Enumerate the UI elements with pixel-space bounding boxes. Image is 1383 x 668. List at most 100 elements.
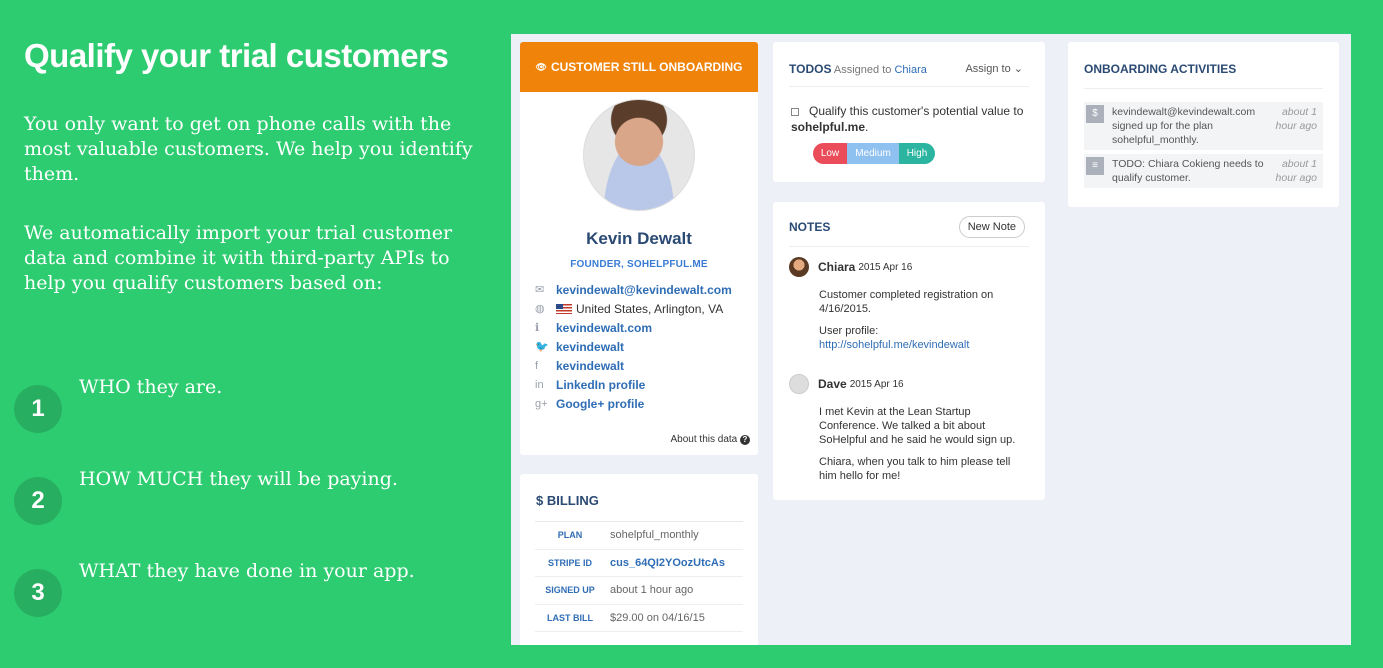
globe-icon: ◍ <box>535 303 545 315</box>
customer-avatar <box>583 99 695 211</box>
note-paragraph: I met Kevin at the Lean Startup Conferen… <box>819 406 1016 446</box>
activity-item: ≡ TODO: Chiara Cokieng needs to qualify … <box>1084 154 1323 188</box>
todo-item: Qualify this customer's potential value … <box>773 87 1045 135</box>
marketing-paragraph-1: You only want to get on phone calls with… <box>24 113 473 185</box>
billing-key: SIGNED UP <box>545 585 595 596</box>
note-author: Dave <box>818 377 847 391</box>
note-item: Chiara 2015 Apr 16 Customer completed re… <box>773 247 1045 352</box>
number-badge: 3 <box>14 569 62 617</box>
assign-to-label[interactable]: Assign to <box>965 63 1010 75</box>
list-icon: ≡ <box>1086 157 1104 175</box>
eye-icon: 👁 <box>535 61 547 72</box>
billing-title: $ BILLING <box>536 493 599 508</box>
divider <box>1084 88 1323 89</box>
notes-header: NOTES New Note <box>773 202 1045 238</box>
todo-text: Qualify this customer's potential value … <box>809 104 1024 118</box>
activity-time: about 1 hour ago <box>1275 106 1317 132</box>
envelope-icon: ✉ <box>535 284 545 296</box>
marketing-paragraph-2: We automatically import your trial custo… <box>24 222 453 294</box>
level-medium-button[interactable]: Medium <box>847 143 899 164</box>
activity-text: TODO: Chiara Cokieng needs to qualify cu… <box>1112 158 1264 184</box>
contact-email-row[interactable]: ✉ kevindewalt@kevindewalt.com <box>535 280 758 299</box>
billing-value: about 1 hour ago <box>610 584 694 597</box>
note-paragraph-text: User profile: <box>819 325 879 337</box>
about-data-link[interactable]: About this data ? <box>671 434 750 445</box>
note-date: 2015 Apr 16 <box>849 378 904 390</box>
billing-row-plan: PLAN sohelpful_monthly <box>535 522 743 550</box>
banner-label: CUSTOMER STILL ONBOARDING <box>550 60 743 74</box>
note-paragraph: User profile: http://sohelpful.me/kevind… <box>819 324 1029 352</box>
onboarding-status-banner: 👁 CUSTOMER STILL ONBOARDING <box>520 42 758 92</box>
billing-row-last-bill: LAST BILL $29.00 on 04/16/15 <box>535 605 743 632</box>
todos-card: TODOS Assigned to Chiara Assign to ⌄ Qua… <box>773 42 1045 182</box>
assigned-prefix: Assigned to <box>833 64 892 76</box>
customer-name: Kevin Dewalt <box>586 229 692 248</box>
marketing-panel: Qualify your trial customers You only wa… <box>24 36 484 296</box>
linkedin-link[interactable]: LinkedIn profile <box>556 378 645 392</box>
activity-time: about 1 hour ago <box>1275 158 1317 184</box>
point-text: WHO they are. <box>79 376 223 398</box>
billing-row-signed-up: SIGNED UP about 1 hour ago <box>535 577 743 605</box>
dollar-icon: $ <box>1086 105 1104 123</box>
level-high-button[interactable]: High <box>899 143 935 164</box>
about-data-label[interactable]: About this data <box>671 434 738 445</box>
value-level-selector: Low Medium High <box>813 143 1045 164</box>
assign-to-dropdown[interactable]: Assign to ⌄ <box>965 62 1023 76</box>
billing-key: STRIPE ID <box>547 557 592 568</box>
note-paragraph: Chiara, when you talk to him please tell… <box>819 456 1011 482</box>
chevron-down-icon[interactable]: ⌄ <box>1014 63 1023 75</box>
facebook-icon: f <box>535 359 539 372</box>
stripe-id-link[interactable]: cus_64QI2YOozUtcAs <box>605 557 725 569</box>
app-screenshot: 👁 CUSTOMER STILL ONBOARDING Kevin Dewalt… <box>511 34 1351 645</box>
contact-list: ✉ kevindewalt@kevindewalt.com ◍ United S… <box>520 280 758 413</box>
website-link[interactable]: kevindewalt.com <box>556 321 652 335</box>
customer-profile-card: 👁 CUSTOMER STILL ONBOARDING Kevin Dewalt… <box>520 42 758 455</box>
todos-heading: TODOS Assigned to Chiara <box>789 62 927 76</box>
note-body: I met Kevin at the Lean Startup Conferen… <box>819 405 1029 483</box>
avatar <box>789 257 809 277</box>
profile-link[interactable]: http://sohelpful.me/kevindewalt <box>819 339 969 351</box>
contact-googleplus-row[interactable]: g+ Google+ profile <box>535 394 758 413</box>
contact-facebook-row[interactable]: f kevindewalt <box>535 356 758 375</box>
todo-checkbox[interactable] <box>791 107 799 116</box>
level-low-button[interactable]: Low <box>813 143 847 164</box>
marketing-title: Qualify your trial customers <box>24 37 449 74</box>
contact-twitter-row[interactable]: 🐦 kevindewalt <box>535 337 758 356</box>
note-item: Dave 2015 Apr 16 I met Kevin at the Lean… <box>773 360 1045 483</box>
todo-suffix: . <box>865 120 869 134</box>
avatar <box>789 374 809 394</box>
note-body: Customer completed registration on 4/16/… <box>819 288 1029 352</box>
number-badge: 1 <box>14 385 62 433</box>
us-flag-icon <box>556 303 572 314</box>
info-icon: ℹ <box>535 322 540 334</box>
twitter-link[interactable]: kevindewalt <box>556 340 624 354</box>
notes-title: NOTES <box>789 220 831 234</box>
facebook-link[interactable]: kevindewalt <box>556 359 624 373</box>
twitter-icon: 🐦 <box>535 341 549 353</box>
email-link[interactable]: kevindewalt@kevindewalt.com <box>556 283 732 297</box>
billing-card: $ BILLING PLAN sohelpful_monthly STRIPE … <box>520 474 758 645</box>
billing-value: sohelpful_monthly <box>610 529 699 542</box>
new-note-button[interactable]: New Note <box>958 216 1025 238</box>
billing-key: LAST BILL <box>547 612 593 623</box>
billing-key: PLAN <box>557 530 583 541</box>
notes-card: NOTES New Note Chiara 2015 Apr 16 Custom… <box>773 202 1045 500</box>
location-text: United States, Arlington, VA <box>576 301 724 316</box>
customer-title: FOUNDER, SOHELPFUL.ME <box>570 259 708 270</box>
number-badge: 2 <box>14 477 62 525</box>
activity-item: $ kevindewalt@kevindewalt.com signed up … <box>1084 102 1323 150</box>
note-date: 2015 Apr 16 <box>858 261 913 273</box>
contact-linkedin-row[interactable]: in LinkedIn profile <box>535 375 758 394</box>
question-icon[interactable]: ? <box>740 435 750 445</box>
contact-location-row: ◍ United States, Arlington, VA <box>535 299 758 318</box>
point-text: WHAT they have done in your app. <box>79 560 415 582</box>
point-text: HOW MUCH they will be paying. <box>79 468 398 490</box>
googleplus-link[interactable]: Google+ profile <box>556 397 644 411</box>
note-author-line: Chiara 2015 Apr 16 <box>789 257 1029 277</box>
todos-title: TODOS <box>789 62 832 76</box>
contact-website-row[interactable]: ℹ kevindewalt.com <box>535 318 758 337</box>
linkedin-icon: in <box>535 378 544 391</box>
billing-value: $29.00 on 04/16/15 <box>610 611 705 624</box>
assignee-link[interactable]: Chiara <box>894 64 926 76</box>
googleplus-icon: g+ <box>535 397 548 410</box>
